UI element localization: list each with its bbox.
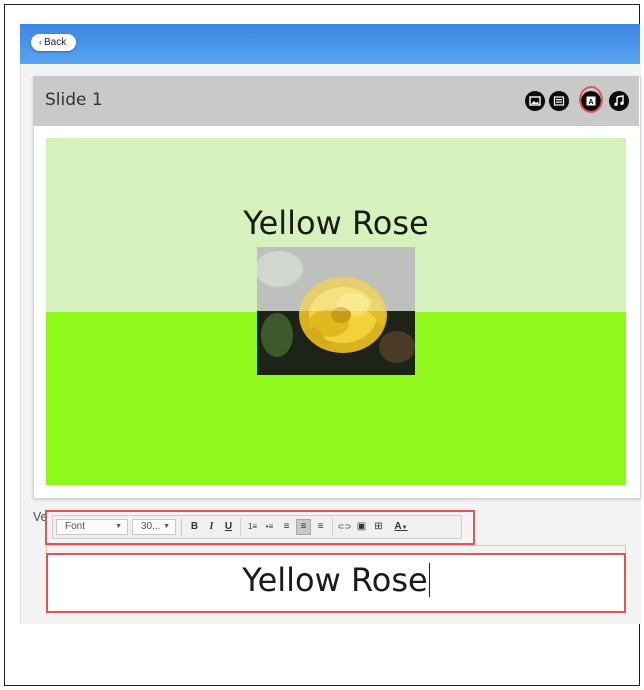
text-editor-toolbar: Font ▼ 30... ▼ B I U 1≡ •≡ ≡ ≡ ≡ ⊂⊃ ▣ ⊞ A▼ bbox=[52, 515, 462, 539]
slide-text: Yellow Rose bbox=[243, 204, 429, 242]
align-right-button[interactable]: ≡ bbox=[313, 519, 328, 535]
editor-text-value: Yellow Rose bbox=[242, 561, 428, 599]
chevron-left-icon: ‹ bbox=[39, 37, 42, 47]
music-tool-icon[interactable] bbox=[609, 91, 629, 111]
image-button[interactable]: ▣ bbox=[354, 519, 369, 535]
slide-title: Slide 1 bbox=[45, 90, 103, 110]
align-center-button[interactable]: ≡ bbox=[296, 519, 311, 535]
text-cursor bbox=[428, 563, 430, 597]
italic-button[interactable]: I bbox=[204, 519, 219, 535]
bulleted-list-button[interactable]: •≡ bbox=[262, 519, 277, 535]
font-select-value: Font bbox=[65, 521, 86, 532]
font-size-select[interactable]: 30... ▼ bbox=[132, 519, 176, 535]
font-color-glyph: A bbox=[394, 521, 402, 532]
yellow-rose-image bbox=[257, 247, 415, 375]
slide-card-header: Slide 1 A bbox=[33, 76, 639, 126]
toolbar-divider bbox=[240, 518, 241, 536]
layout-tool-icon[interactable] bbox=[549, 91, 569, 111]
image-tool-icon[interactable] bbox=[525, 91, 545, 111]
underline-button[interactable]: U bbox=[221, 519, 236, 535]
back-label: Back bbox=[44, 37, 67, 48]
slide-tools: A bbox=[525, 86, 629, 113]
chevron-down-icon: ▼ bbox=[401, 525, 408, 531]
table-button[interactable]: ⊞ bbox=[371, 519, 386, 535]
slide-preview[interactable]: Yellow Rose bbox=[46, 138, 626, 485]
chevron-down-icon: ▼ bbox=[163, 523, 170, 530]
link-button[interactable]: ⊂⊃ bbox=[337, 519, 352, 535]
top-bar: ‹ Back bbox=[20, 24, 640, 64]
numbered-list-button[interactable]: 1≡ bbox=[245, 519, 260, 535]
font-color-button[interactable]: A▼ bbox=[390, 519, 412, 535]
slide-text-input-value: Yellow Rose bbox=[48, 561, 624, 599]
font-size-value: 30... bbox=[141, 521, 161, 532]
slide-text-input[interactable]: Yellow Rose bbox=[46, 553, 626, 613]
back-button[interactable]: ‹ Back bbox=[31, 34, 77, 51]
selected-tool-highlight bbox=[579, 86, 603, 113]
font-select[interactable]: Font ▼ bbox=[56, 519, 128, 535]
chevron-down-icon: ▼ bbox=[115, 523, 122, 530]
bold-button[interactable]: B bbox=[187, 519, 202, 535]
align-left-button[interactable]: ≡ bbox=[279, 519, 294, 535]
toolbar-divider bbox=[332, 518, 333, 536]
toolbar-divider bbox=[181, 518, 182, 536]
